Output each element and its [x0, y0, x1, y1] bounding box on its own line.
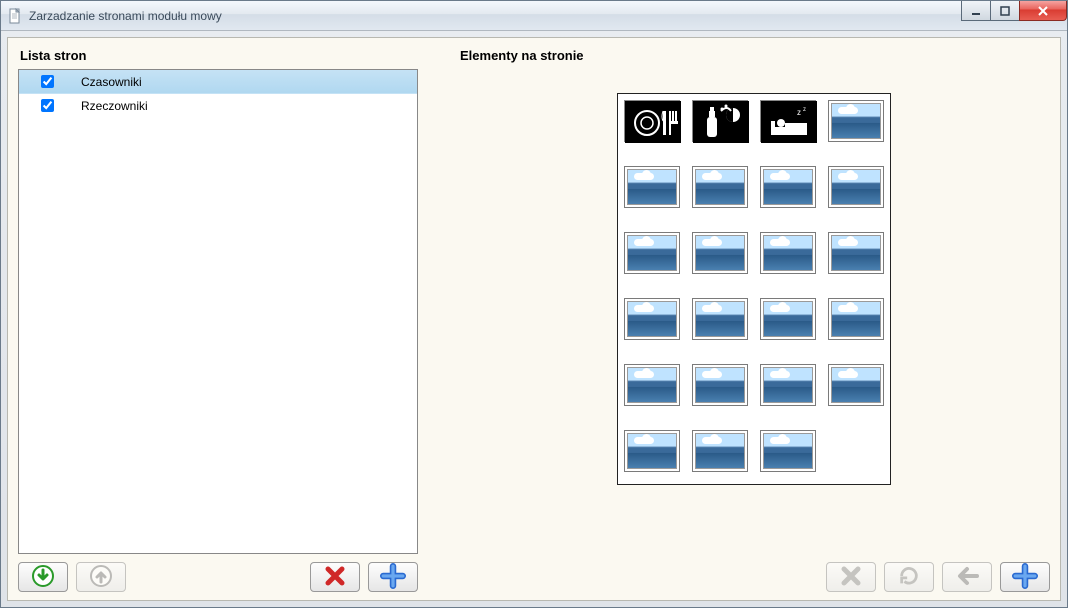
element-placeholder[interactable] [828, 100, 884, 142]
page-label: Czasowniki [81, 75, 142, 89]
document-icon [7, 8, 23, 24]
element-placeholder[interactable] [624, 298, 680, 340]
element-placeholder[interactable] [828, 364, 884, 406]
element-placeholder[interactable] [828, 166, 884, 208]
pages-toolbar [18, 562, 418, 592]
arrow-up-circle-icon [89, 564, 113, 591]
window-title: Zarzadzanie stronami modułu mowy [29, 9, 222, 23]
refresh-button [884, 562, 934, 592]
svg-text:z: z [803, 107, 806, 113]
pages-column: Lista stron Czasowniki Rzeczowniki [18, 48, 418, 554]
element-placeholder[interactable] [624, 364, 680, 406]
element-placeholder[interactable] [760, 232, 816, 274]
elements-grid: zz [617, 93, 891, 485]
element-placeholder[interactable] [692, 430, 748, 472]
element-placeholder[interactable] [760, 364, 816, 406]
minimize-button[interactable] [961, 1, 991, 21]
plus-icon [380, 563, 406, 592]
maximize-button[interactable] [990, 1, 1020, 21]
element-placeholder[interactable] [624, 232, 680, 274]
drink-icon[interactable] [692, 100, 748, 142]
element-placeholder[interactable] [624, 430, 680, 472]
arrow-left-icon [955, 566, 979, 589]
element-placeholder[interactable] [760, 166, 816, 208]
list-item[interactable]: Rzeczowniki [19, 94, 417, 118]
pages-header: Lista stron [18, 48, 418, 63]
svg-text:z: z [797, 108, 801, 117]
close-button[interactable] [1019, 1, 1067, 21]
element-placeholder[interactable] [760, 430, 816, 472]
page-visible-checkbox[interactable] [41, 99, 54, 112]
list-item[interactable]: Czasowniki [19, 70, 417, 94]
add-element-button[interactable] [1000, 562, 1050, 592]
plus-icon [1012, 563, 1038, 592]
delete-page-button[interactable] [310, 562, 360, 592]
elements-toolbar [418, 562, 1050, 592]
page-label: Rzeczowniki [81, 99, 148, 113]
elements-header: Elementy na stronie [458, 48, 1050, 63]
client-area: Lista stron Czasowniki Rzeczowniki Elemen… [7, 37, 1061, 601]
back-button [942, 562, 992, 592]
app-window: Zarzadzanie stronami modułu mowy Lista s… [0, 0, 1068, 608]
element-placeholder[interactable] [692, 232, 748, 274]
titlebar[interactable]: Zarzadzanie stronami modułu mowy [1, 1, 1067, 31]
refresh-icon [898, 565, 920, 590]
add-page-button[interactable] [368, 562, 418, 592]
element-placeholder[interactable] [692, 166, 748, 208]
delete-element-button [826, 562, 876, 592]
sleep-icon[interactable]: zz [760, 100, 816, 142]
delete-x-icon [839, 564, 863, 591]
element-placeholder[interactable] [624, 166, 680, 208]
element-placeholder[interactable] [828, 298, 884, 340]
footer [18, 562, 1050, 592]
page-visible-checkbox[interactable] [41, 75, 54, 88]
window-controls [962, 1, 1067, 21]
element-placeholder[interactable] [692, 364, 748, 406]
delete-x-icon [323, 564, 347, 591]
move-up-button [76, 562, 126, 592]
arrow-down-circle-icon [31, 564, 55, 591]
element-placeholder[interactable] [760, 298, 816, 340]
element-placeholder[interactable] [692, 298, 748, 340]
elements-column: Elementy na stronie zz [458, 48, 1050, 554]
eat-icon[interactable] [624, 100, 680, 142]
move-down-button[interactable] [18, 562, 68, 592]
pages-list[interactable]: Czasowniki Rzeczowniki [18, 69, 418, 554]
element-placeholder[interactable] [828, 232, 884, 274]
